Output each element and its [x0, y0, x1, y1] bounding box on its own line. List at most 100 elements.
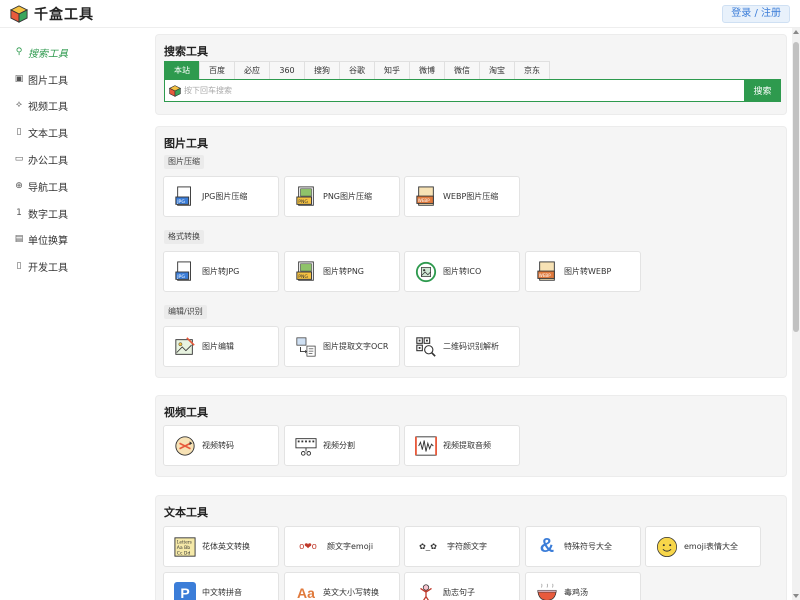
- sidebar-item-image[interactable]: ▣ 图片工具: [14, 69, 68, 89]
- sidebar-item-number[interactable]: 1 数字工具: [14, 203, 68, 223]
- tool-card-to-ico[interactable]: 图片转ICO: [404, 251, 520, 292]
- search-button[interactable]: 搜索: [744, 79, 781, 102]
- tool-card-fancy-text[interactable]: Letters Aa Bb Cc Dd 花体英文转换: [163, 526, 279, 567]
- case-convert-icon: Aa: [297, 584, 315, 600]
- tool-card-to-png[interactable]: PNG 图片转PNG: [284, 251, 400, 292]
- tool-card-special-symbols[interactable]: & 特殊符号大全: [525, 526, 641, 567]
- sidebar-item-office[interactable]: ▭ 办公工具: [14, 149, 68, 169]
- scrollbar-thumb[interactable]: [793, 42, 799, 332]
- audio-extract-icon: [415, 435, 437, 456]
- tool-card-motivation[interactable]: 励志句子: [404, 572, 520, 600]
- tool-card-label: 图片提取文字OCR: [323, 342, 389, 351]
- number-icon: 1: [16, 208, 22, 218]
- tool-card-label: 图片编辑: [202, 342, 234, 351]
- text-icon: ▯: [16, 127, 22, 137]
- sidebar-item-text[interactable]: ▯ 文本工具: [14, 122, 68, 142]
- tool-card-image-edit[interactable]: 图片编辑: [163, 326, 279, 367]
- svg-text:WEBP: WEBP: [539, 273, 551, 278]
- tool-card-toxic-soup[interactable]: 毒鸡汤: [525, 572, 641, 600]
- sidebar-item-navigation[interactable]: ⊕ 导航工具: [14, 176, 68, 196]
- tool-card-label: 励志句子: [443, 588, 475, 597]
- code-icon: ▯: [16, 261, 22, 271]
- sidebar-item-dev[interactable]: ▯ 开发工具: [14, 256, 68, 276]
- tool-card-label: JPG图片压缩: [202, 192, 248, 201]
- panel-title: 图片工具: [164, 137, 208, 150]
- sidebar-item-video[interactable]: ⟡ 视频工具: [14, 95, 68, 115]
- tab-bing[interactable]: 必应: [234, 61, 270, 79]
- ampersand-icon: &: [539, 535, 555, 557]
- tab-baidu[interactable]: 百度: [199, 61, 235, 79]
- tab-taobao[interactable]: 淘宝: [479, 61, 515, 79]
- tool-card-label: 特殊符号大全: [564, 542, 612, 551]
- tab-360[interactable]: 360: [269, 61, 305, 79]
- sidebar-item-search[interactable]: ⚲ 搜索工具: [14, 42, 68, 62]
- image-edit-icon: [175, 336, 195, 355]
- logo[interactable]: 千盒工具: [10, 4, 94, 24]
- search-panel: 搜索工具 本站 百度 必应 360 搜狗 谷歌 知乎 微博 微信 淘宝 京东 搜…: [155, 34, 787, 115]
- tool-card-pinyin[interactable]: P 中文转拼音: [163, 572, 279, 600]
- tool-card-jpg-compress[interactable]: JPG JPG图片压缩: [163, 176, 279, 217]
- header: 千盒工具 登录 / 注册: [0, 0, 800, 28]
- cube-logo-icon: [10, 5, 28, 23]
- login-register-button[interactable]: 登录 / 注册: [722, 5, 790, 23]
- video-split-icon: [295, 437, 317, 456]
- svg-text:PNG: PNG: [298, 198, 308, 204]
- group-label: 编辑/识别: [164, 305, 207, 319]
- search-box: 搜索: [164, 79, 781, 102]
- jpg-file-icon: JPG: [175, 260, 191, 281]
- sidebar-item-label: 开发工具: [28, 262, 68, 274]
- tool-card-label: 图片转WEBP: [564, 267, 612, 276]
- sidebar-item-label: 数字工具: [28, 209, 68, 221]
- tool-card-char-kaomoji[interactable]: ✿_✿ 字符颜文字: [404, 526, 520, 567]
- tool-card-qrcode[interactable]: 二维码识别解析: [404, 326, 520, 367]
- tab-weixin[interactable]: 微信: [444, 61, 480, 79]
- search-icon: ⚲: [15, 47, 23, 57]
- ruler-icon: ▤: [14, 234, 24, 244]
- tool-card-label: 毒鸡汤: [564, 588, 588, 597]
- tool-card-video-split[interactable]: 视频分割: [284, 425, 400, 466]
- logo-text: 千盒工具: [34, 7, 94, 23]
- tool-card-audio-extract[interactable]: 视频提取音频: [404, 425, 520, 466]
- sidebar-item-label: 单位换算: [28, 235, 68, 247]
- tool-card-label: 颜文字emoji: [327, 542, 374, 551]
- page-scrollbar[interactable]: [792, 28, 800, 600]
- tool-card-png-compress[interactable]: PNG PNG图片压缩: [284, 176, 400, 217]
- sidebar: ⚲ 搜索工具 ▣ 图片工具 ⟡ 视频工具 ▯ 文本工具 ▭ 办公工具 ⊕ 导航工…: [0, 28, 150, 600]
- tool-card-video-transcode[interactable]: 视频转码: [163, 425, 279, 466]
- tab-jd[interactable]: 京东: [514, 61, 550, 79]
- tool-card-emoji[interactable]: emoji表情大全: [645, 526, 761, 567]
- panel-title: 文本工具: [164, 506, 208, 519]
- tool-card-label: 图片转ICO: [443, 267, 482, 276]
- tool-card-to-webp[interactable]: WEBP 图片转WEBP: [525, 251, 641, 292]
- svg-text:WEBP: WEBP: [418, 198, 430, 203]
- sidebar-item-unit-convert[interactable]: ▤ 单位换算: [14, 229, 68, 249]
- tool-card-label: 视频转码: [202, 441, 234, 450]
- tool-card-label: 图片转PNG: [323, 267, 365, 276]
- png-file-icon: PNG: [296, 260, 314, 281]
- tab-site[interactable]: 本站: [164, 61, 200, 79]
- sidebar-item-label: 视频工具: [28, 101, 68, 113]
- tab-zhihu[interactable]: 知乎: [374, 61, 410, 79]
- scroll-up-arrow-icon[interactable]: [793, 30, 799, 34]
- tool-card-webp-compress[interactable]: WEBP WEBP图片压缩: [404, 176, 520, 217]
- tab-google[interactable]: 谷歌: [339, 61, 375, 79]
- svg-text:JPG: JPG: [176, 273, 185, 279]
- tool-card-label: 视频提取音频: [443, 441, 491, 450]
- scroll-down-arrow-icon[interactable]: [793, 594, 799, 598]
- group-label: 格式转换: [164, 230, 204, 244]
- tab-sogou[interactable]: 搜狗: [304, 61, 340, 79]
- video-transcode-icon: [175, 435, 195, 456]
- sidebar-item-label: 搜索工具: [28, 48, 68, 60]
- search-input[interactable]: [184, 82, 744, 99]
- tool-card-case-convert[interactable]: Aa 英文大小写转换: [284, 572, 400, 600]
- jpg-file-icon: JPG: [175, 185, 191, 206]
- fancy-letters-icon: LettersAa BbCc Dd: [174, 536, 196, 557]
- tool-card-ocr[interactable]: 图片提取文字OCR: [284, 326, 400, 367]
- tool-card-label: 视频分割: [323, 441, 355, 450]
- image-icon: ▣: [14, 74, 24, 84]
- svg-text:PNG: PNG: [298, 273, 308, 279]
- tool-card-label: emoji表情大全: [684, 542, 739, 551]
- tab-weibo[interactable]: 微博: [409, 61, 445, 79]
- tool-card-kaomoji[interactable]: o❤o 颜文字emoji: [284, 526, 400, 567]
- tool-card-to-jpg[interactable]: JPG 图片转JPG: [163, 251, 279, 292]
